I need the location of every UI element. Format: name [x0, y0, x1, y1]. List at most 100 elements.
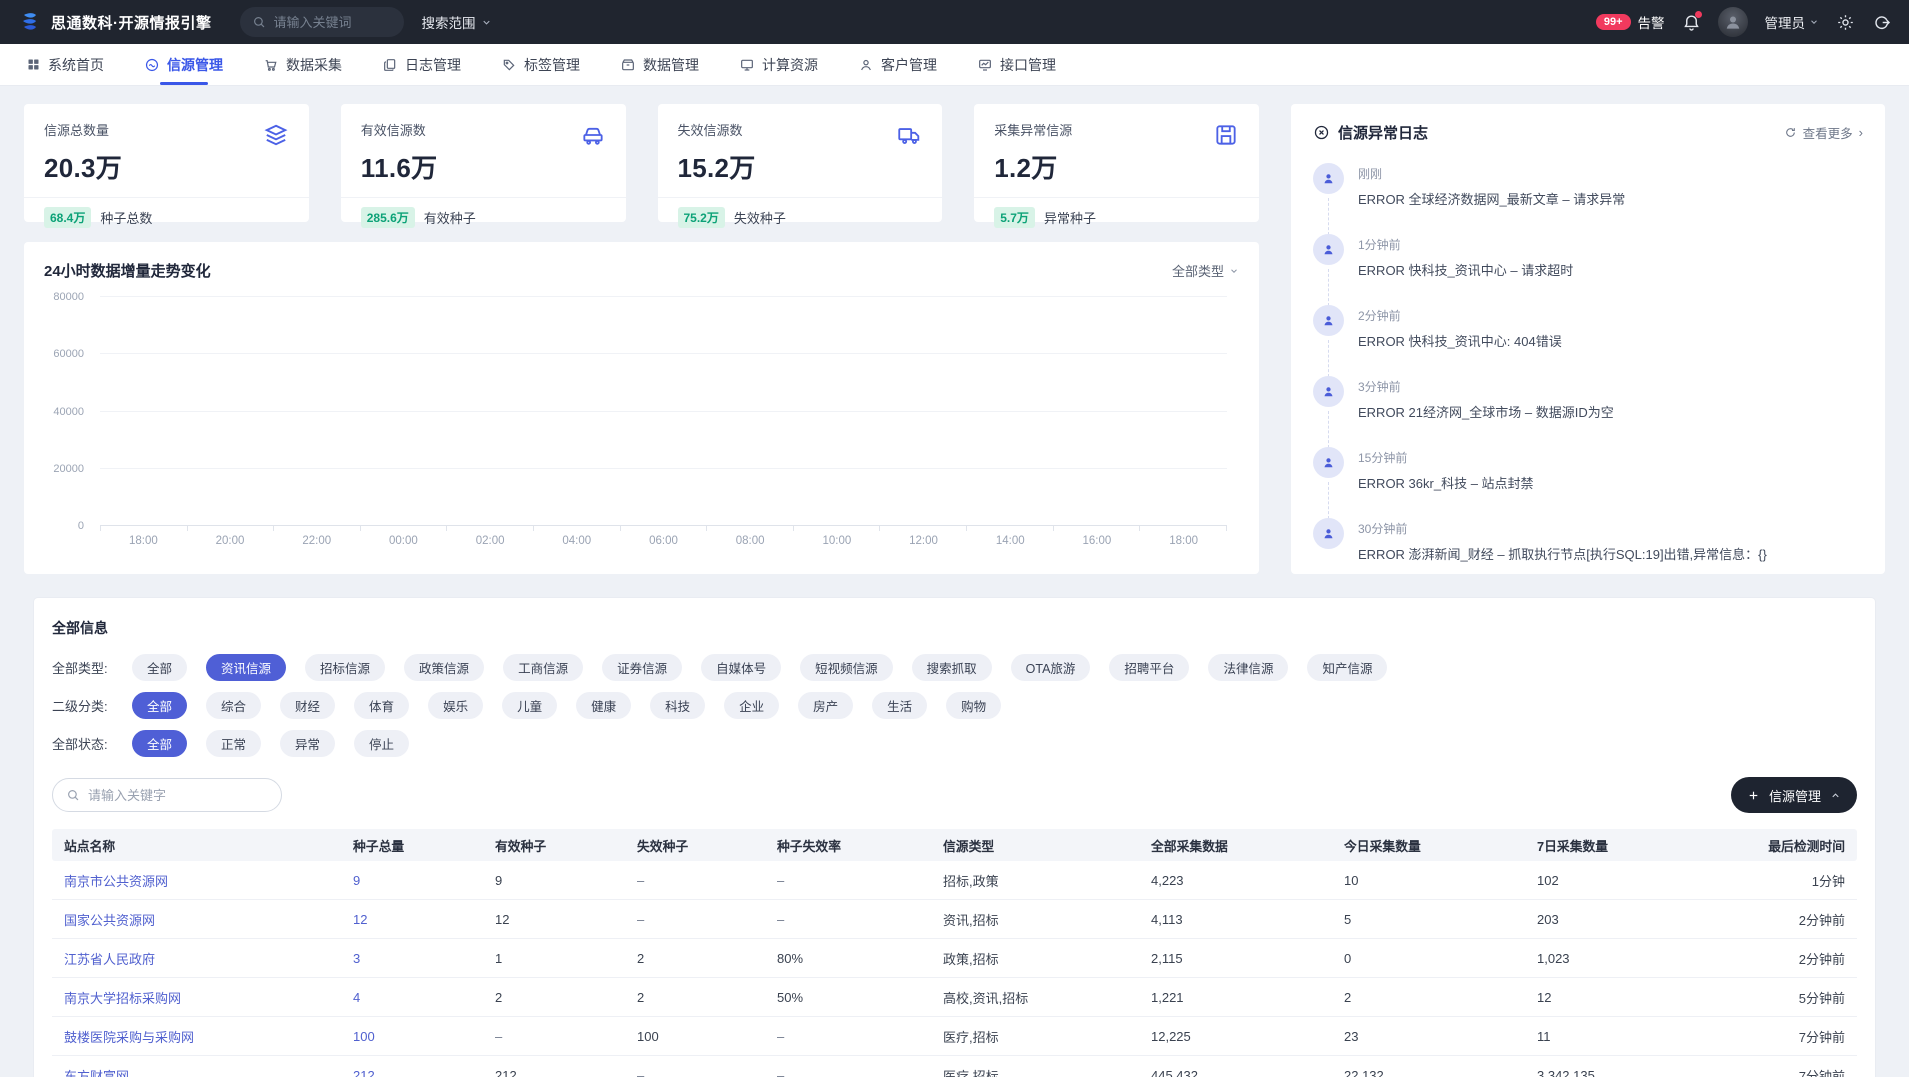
nav-item-tag-management[interactable]: 标签管理	[501, 44, 580, 85]
table-cell: 102	[1525, 873, 1718, 888]
filter-chip[interactable]: 全部	[132, 730, 187, 757]
gear-icon[interactable]	[1836, 13, 1855, 32]
topbar-search-input[interactable]	[274, 15, 384, 30]
seed-count-link[interactable]: 4	[341, 990, 483, 1005]
filter-chip[interactable]: 自媒体号	[701, 654, 781, 681]
site-name-link[interactable]: 南京大学招标采购网	[52, 988, 341, 1007]
filter-chip[interactable]: 体育	[354, 692, 409, 719]
filter-chip[interactable]: 财经	[280, 692, 335, 719]
seed-count-link[interactable]: 12	[341, 912, 483, 927]
filter-chip[interactable]: 企业	[724, 692, 779, 719]
table-cell: 2	[625, 990, 765, 1005]
site-name-link[interactable]: 国家公共资源网	[52, 910, 341, 929]
site-name-link[interactable]: 鼓楼医院采购与采购网	[52, 1027, 341, 1046]
x-tick	[188, 526, 275, 531]
table-search[interactable]	[52, 778, 282, 812]
site-name-link[interactable]: 东方财富网	[52, 1066, 341, 1077]
nav-item-api-management[interactable]: 接口管理	[977, 44, 1056, 85]
filter-chip[interactable]: 购物	[946, 692, 1001, 719]
seed-count-link[interactable]: 3	[341, 951, 483, 966]
nav-item-compute-resources[interactable]: 计算资源	[739, 44, 818, 85]
logout-icon[interactable]	[1872, 13, 1891, 32]
filter-chip[interactable]: 健康	[576, 692, 631, 719]
nav-label: 客户管理	[881, 55, 937, 75]
table-header-cell: 信源类型	[931, 836, 1139, 855]
user-menu[interactable]: 管理员	[1765, 12, 1820, 32]
chart-type-filter[interactable]: 全部类型	[1172, 261, 1239, 280]
chevron-right-icon: ›	[1859, 125, 1863, 140]
nav-item-data-management[interactable]: 数据管理	[620, 44, 699, 85]
source-icon	[144, 57, 160, 73]
table-cell: 3,342,135	[1525, 1068, 1718, 1077]
x-tick-label: 16:00	[1054, 535, 1141, 547]
x-tick-label: 12:00	[880, 535, 967, 547]
table-cell: 1	[483, 951, 625, 966]
table-cell: 2	[483, 990, 625, 1005]
x-tick	[101, 526, 188, 531]
nav-item-data-collection[interactable]: 数据采集	[263, 44, 342, 85]
table-cell: –	[765, 873, 931, 888]
table-header-cell: 有效种子	[483, 836, 625, 855]
user-name: 管理员	[1765, 12, 1806, 32]
nav-item-log-management[interactable]: 日志管理	[382, 44, 461, 85]
log-time: 1分钟前	[1358, 236, 1573, 253]
x-tick	[967, 526, 1054, 531]
filter-chip[interactable]: 停止	[354, 730, 409, 757]
site-name-link[interactable]: 南京市公共资源网	[52, 871, 341, 890]
filter-chip[interactable]: 知产信源	[1307, 654, 1387, 681]
filter-chip[interactable]: 法律信源	[1208, 654, 1288, 681]
filter-chip[interactable]: 短视频信源	[800, 654, 893, 681]
source-manage-button[interactable]: 信源管理	[1731, 777, 1857, 813]
filter-chip[interactable]: 娱乐	[428, 692, 483, 719]
nav-item-home[interactable]: 系统首页	[26, 44, 104, 85]
log-item-body: 2分钟前ERROR 快科技_资讯中心: 404错误	[1358, 305, 1562, 350]
topbar-search[interactable]	[240, 7, 404, 37]
filter-chip[interactable]: 正常	[206, 730, 261, 757]
error-log-title: 信源异常日志	[1338, 122, 1428, 143]
y-tick-label: 80000	[53, 291, 84, 303]
filter-chip[interactable]: 工商信源	[503, 654, 583, 681]
user-avatar[interactable]	[1718, 7, 1748, 37]
filter-chip[interactable]: OTA旅游	[1011, 654, 1091, 681]
stat-value: 11.6万	[361, 148, 606, 185]
table-body: 南京市公共资源网99––招标,政策4,223101021分钟国家公共资源网121…	[52, 861, 1857, 1077]
filter-chip[interactable]: 房产	[798, 692, 853, 719]
view-more-link[interactable]: 查看更多 ›	[1784, 123, 1863, 142]
user-avatar-icon	[1723, 12, 1743, 32]
seed-count-link[interactable]: 100	[341, 1029, 483, 1044]
filter-chip[interactable]: 招标信源	[305, 654, 385, 681]
filter-chip[interactable]: 全部	[132, 654, 187, 681]
filter-chip[interactable]: 生活	[872, 692, 927, 719]
refresh-icon[interactable]	[1784, 126, 1797, 139]
seed-count-link[interactable]: 212	[341, 1068, 483, 1077]
filter-chip[interactable]: 异常	[280, 730, 335, 757]
package-icon	[620, 57, 636, 73]
search-scope-dropdown[interactable]: 搜索范围	[422, 12, 492, 32]
log-time: 30分钟前	[1358, 520, 1767, 537]
filter-chip[interactable]: 资讯信源	[206, 654, 286, 681]
table-search-input[interactable]	[88, 788, 258, 803]
log-avatar	[1313, 376, 1344, 407]
x-tick-label: 08:00	[707, 535, 794, 547]
filter-chip[interactable]: 综合	[206, 692, 261, 719]
filter-chip[interactable]: 招聘平台	[1109, 654, 1189, 681]
filter-chip[interactable]: 全部	[132, 692, 187, 719]
notifications-button[interactable]	[1682, 13, 1701, 32]
seed-count-link[interactable]: 9	[341, 873, 483, 888]
nav-item-source-management[interactable]: 信源管理	[144, 44, 223, 85]
filter-chip[interactable]: 证券信源	[602, 654, 682, 681]
site-name-link[interactable]: 江苏省人民政府	[52, 949, 341, 968]
x-tick	[361, 526, 448, 531]
table-cell: 7分钟前	[1718, 1066, 1857, 1077]
stat-card-valid-sources: 有效信源数 11.6万 285.6万 有效种子	[341, 104, 626, 222]
filter-chip[interactable]: 搜索抓取	[912, 654, 992, 681]
plus-icon	[1747, 789, 1760, 802]
filter-chip[interactable]: 儿童	[502, 692, 557, 719]
table-cell: 2	[1332, 990, 1525, 1005]
nav-item-customer-management[interactable]: 客户管理	[858, 44, 937, 85]
table-cell: 100	[625, 1029, 765, 1044]
filter-chip[interactable]: 政策信源	[404, 654, 484, 681]
chart-card: 24小时数据增量走势变化 全部类型 020000400006000080000 …	[24, 242, 1259, 574]
filter-chip[interactable]: 科技	[650, 692, 705, 719]
alarm-indicator[interactable]: 99+ 告警	[1596, 12, 1665, 32]
